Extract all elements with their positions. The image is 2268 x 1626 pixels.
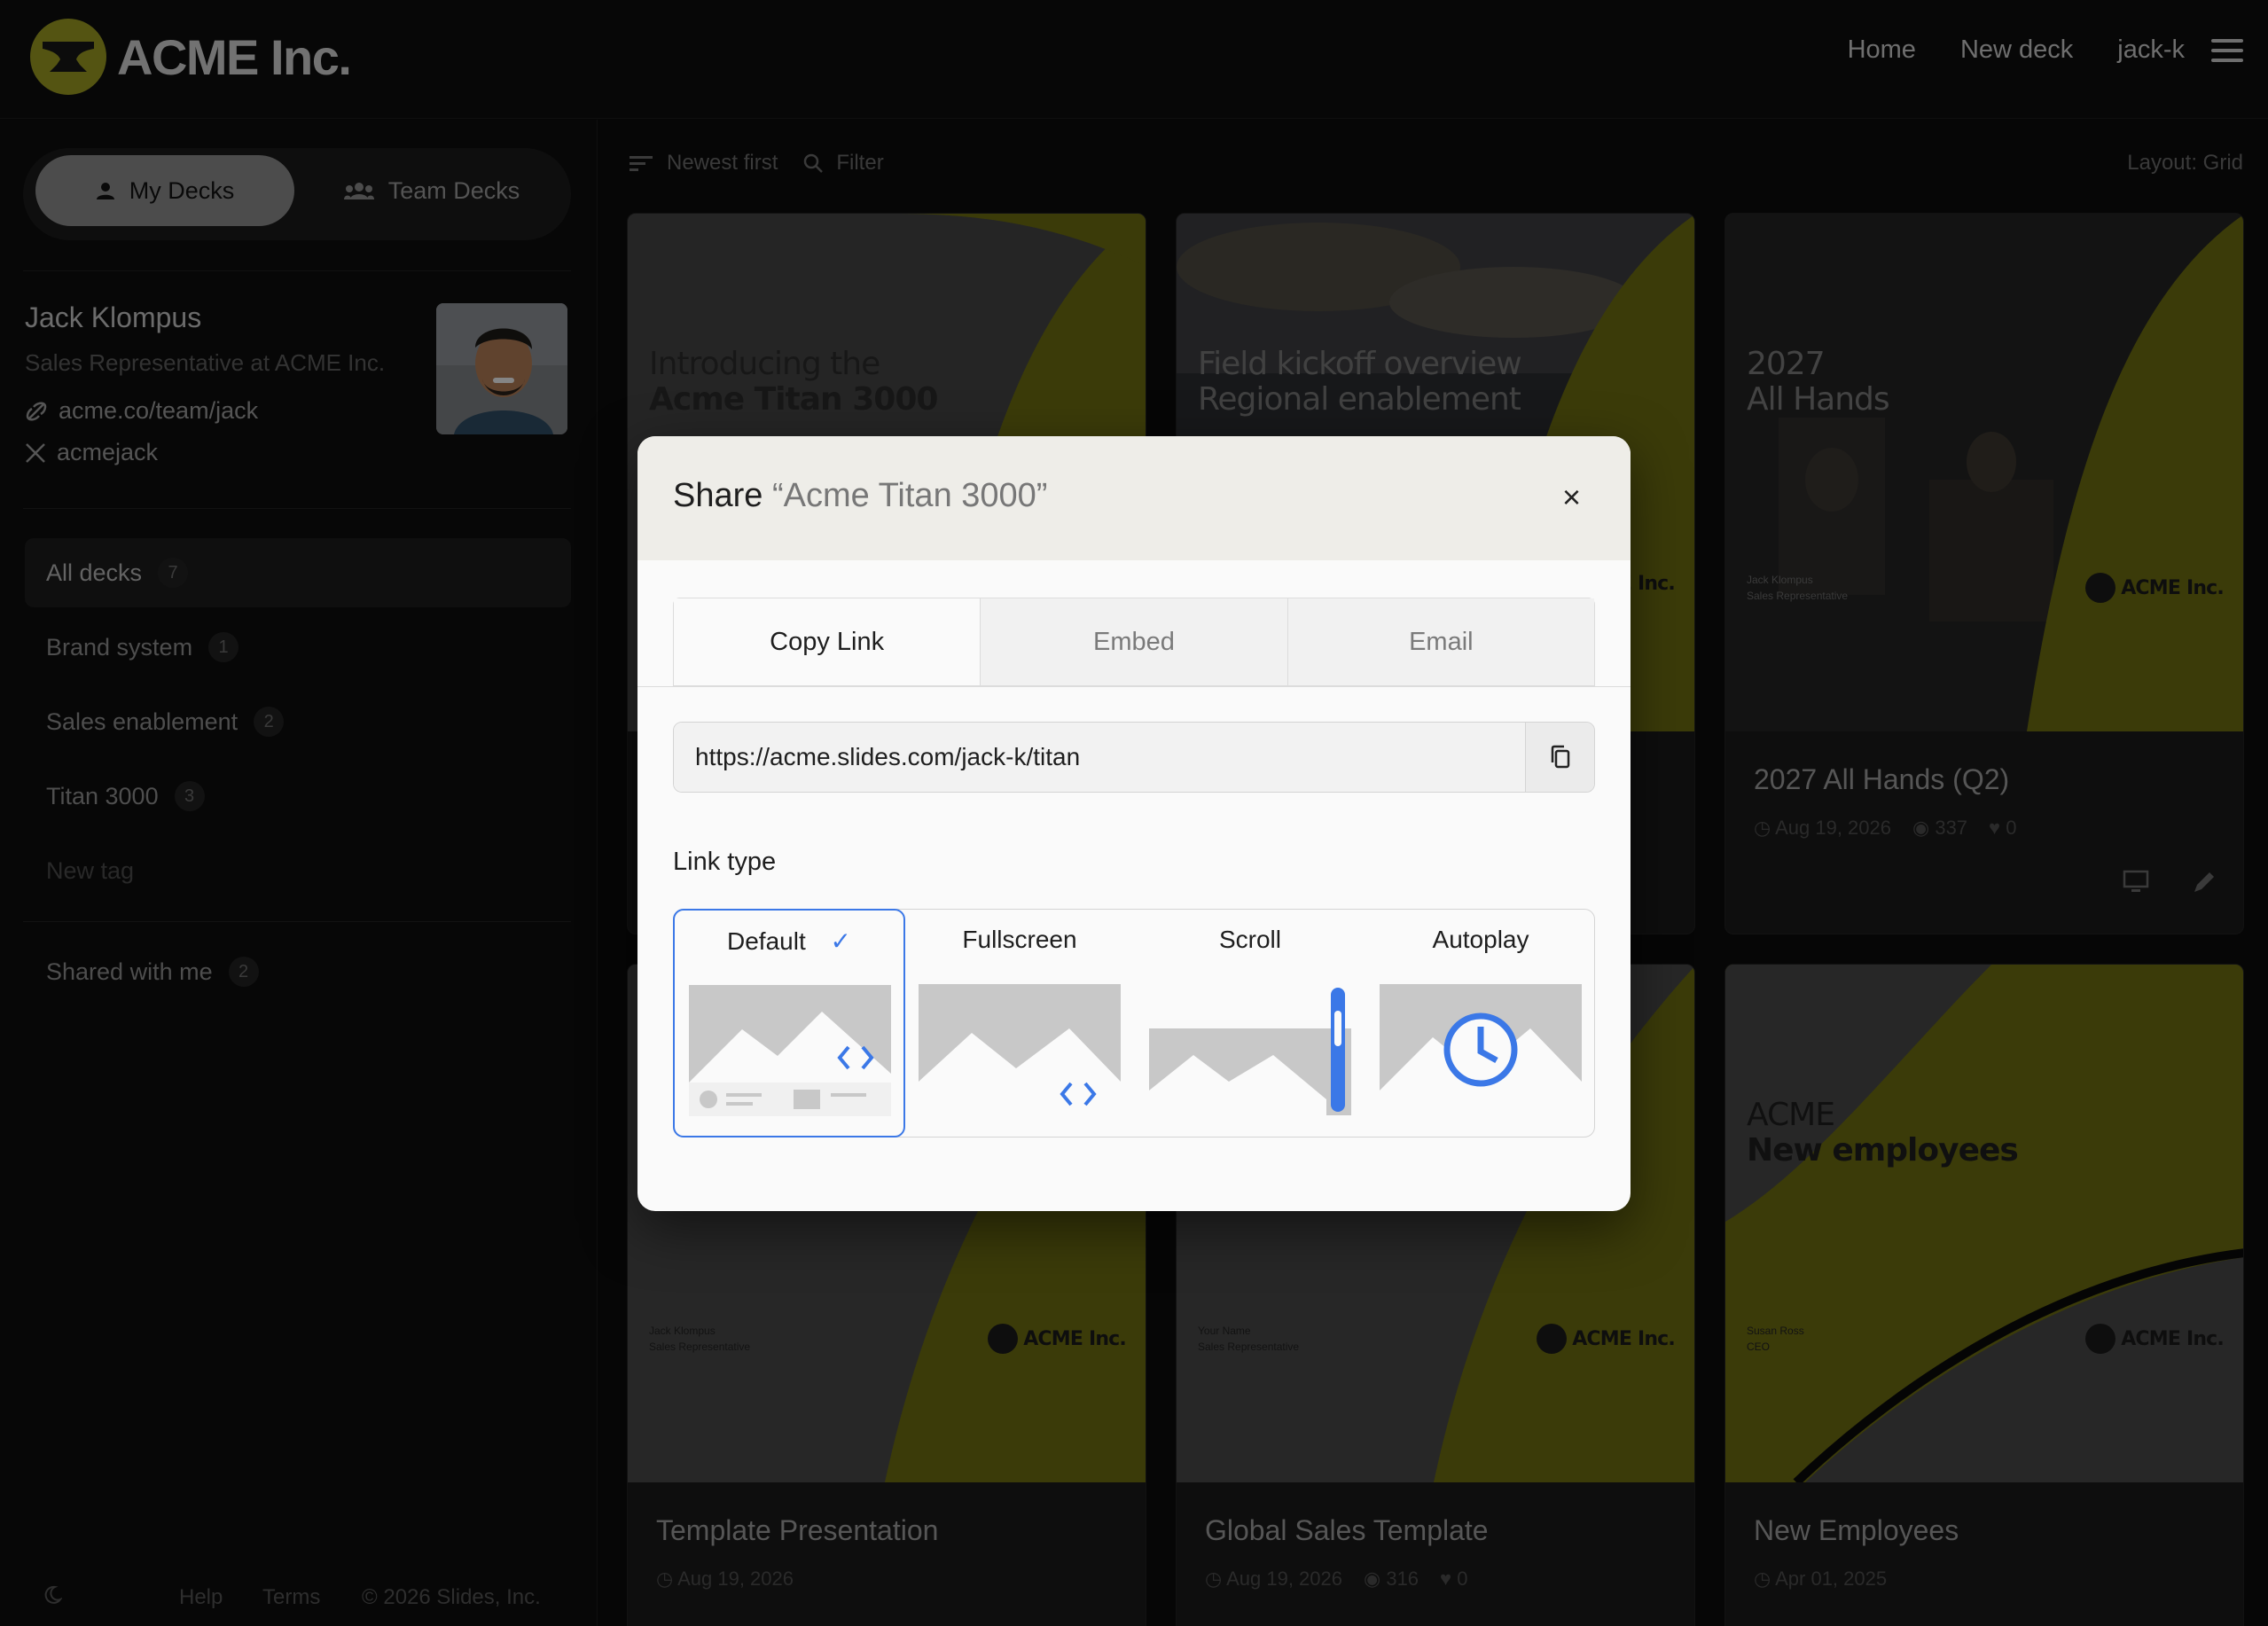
modal-title-label: Share (673, 477, 763, 514)
link-type-default[interactable]: Default ✓ (673, 909, 905, 1137)
link-type-name: Autoplay (1432, 926, 1529, 953)
link-type-label: Link type (673, 848, 777, 876)
copy-button[interactable] (1525, 723, 1594, 792)
close-button[interactable]: × (1562, 479, 1581, 516)
scroll-preview-graphic (1149, 984, 1351, 1115)
autoplay-preview-graphic (1380, 984, 1582, 1115)
link-type-name: Scroll (1218, 926, 1281, 953)
modal-title: Share “Acme Titan 3000” (673, 477, 1047, 515)
link-type-scroll[interactable]: Scroll (1135, 910, 1365, 1137)
link-type-name: Fullscreen (962, 926, 1077, 953)
share-url-field (673, 722, 1595, 793)
copy-icon (1551, 745, 1569, 769)
share-modal: Share “Acme Titan 3000” × Copy Link Embe… (637, 436, 1631, 1211)
fullscreen-preview-graphic (919, 984, 1121, 1115)
tab-email[interactable]: Email (1287, 598, 1594, 685)
modal-deck-name: “Acme Titan 3000” (771, 477, 1048, 514)
check-icon: ✓ (830, 927, 851, 955)
link-type-selector: Default ✓ Fullscreen Scroll Autoplay (673, 909, 1595, 1137)
tab-copy-link[interactable]: Copy Link (674, 598, 981, 685)
link-type-name: Default ✓ (727, 927, 851, 955)
link-type-autoplay[interactable]: Autoplay (1365, 910, 1596, 1137)
share-url-input[interactable] (674, 723, 1527, 792)
tab-embed[interactable]: Embed (981, 598, 1288, 685)
share-tabs: Copy Link Embed Email (673, 598, 1595, 686)
modal-header: Share “Acme Titan 3000” × (637, 436, 1631, 560)
link-type-fullscreen[interactable]: Fullscreen (904, 910, 1135, 1137)
tab-divider (637, 686, 1631, 687)
default-preview-graphic (689, 985, 891, 1116)
